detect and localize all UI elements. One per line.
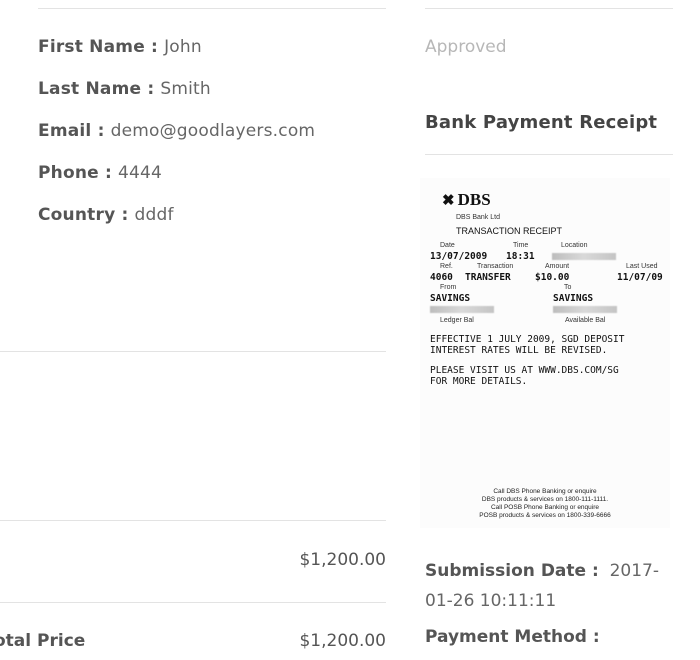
amount-label: Amount [545,263,570,270]
total-price-value: $1,200.00 [299,631,386,651]
last-used-value: 11/07/09 [617,272,663,283]
receipt-bank-name: DBS Bank Ltd [456,214,500,221]
last-name-value: Smith [160,79,211,99]
redacted-to-account [553,306,617,313]
receipt-heading: TRANSACTION RECEIPT [456,226,563,236]
payment-method-label: Payment Method : [425,627,600,647]
last-name-row: Last Name : Smith [38,79,211,99]
total-price-label: otal Price [0,631,86,651]
divider [425,8,673,9]
country-value: dddf [134,205,174,225]
notice2-line2: FOR MORE DETAILS. [430,376,528,387]
email-row: Email : demo@goodlayers.com [38,121,315,141]
submission-date: Submission Date : 2017-01-26 10:11:11 [425,556,670,616]
receipt-image[interactable]: ✖ DBS DBS Bank Ltd TRANSACTION RECEIPT Da… [420,178,670,528]
receipt-footer-1: Call DBS Phone Banking or enquire [493,488,597,495]
receipt-footer-3: Call POSB Phone Banking or enquire [490,504,600,511]
to-value: SAVINGS [553,293,594,304]
email-value: demo@goodlayers.com [110,121,316,141]
country-label: Country : [38,205,129,225]
from-value: SAVINGS [430,293,471,304]
divider [38,8,386,9]
transaction-value: TRANSFER [465,272,511,283]
receipt-footer-2: DBS products & services on 1800-111-1111… [481,496,609,503]
from-label: From [440,284,457,291]
ref-label: Ref. [440,263,453,270]
notice1-line2: INTEREST RATES WILL BE REVISED. [430,345,608,356]
divider [0,520,386,521]
phone-value: 4444 [118,163,163,183]
status-badge: Approved [425,37,507,57]
subtotal-price: $1,200.00 [299,550,386,570]
receipt-section-title: Bank Payment Receipt [425,112,658,133]
submission-date-label: Submission Date : [425,561,599,581]
country-row: Country : dddf [38,205,174,225]
date-label: Date [440,242,455,249]
transaction-label: Transaction [477,263,514,270]
first-name-label: First Name : [38,37,159,57]
divider [0,351,386,352]
ref-value: 4060 [430,272,453,283]
phone-row: Phone : 4444 [38,163,162,183]
divider [425,154,673,155]
dbs-logo-mark-icon: ✖ [442,193,455,209]
receipt-footer-4: POSB products & services on 1800-339-666… [479,512,611,519]
redacted-location [552,253,616,260]
dbs-logo: ✖ DBS [442,190,491,209]
redacted-from-account [430,306,494,313]
last-used-label: Last Used [626,263,658,270]
last-name-label: Last Name : [38,79,155,99]
location-label: Location [561,242,588,249]
time-value: 18:31 [506,251,535,262]
date-value: 13/07/2009 [430,251,488,262]
first-name-row: First Name : John [38,37,202,57]
available-balance-label: Available Bal [565,317,606,324]
phone-label: Phone : [38,163,112,183]
divider [0,602,386,603]
first-name-value: John [164,37,202,57]
ledger-balance-label: Ledger Bal [440,317,474,324]
time-label: Time [513,242,529,249]
email-label: Email : [38,121,105,141]
to-label: To [564,284,572,291]
amount-value: $10.00 [535,272,570,283]
notice1-line1: EFFECTIVE 1 JULY 2009, SGD DEPOSIT [430,334,625,345]
notice2-line1: PLEASE VISIT US AT WWW.DBS.COM/SG [430,365,619,376]
